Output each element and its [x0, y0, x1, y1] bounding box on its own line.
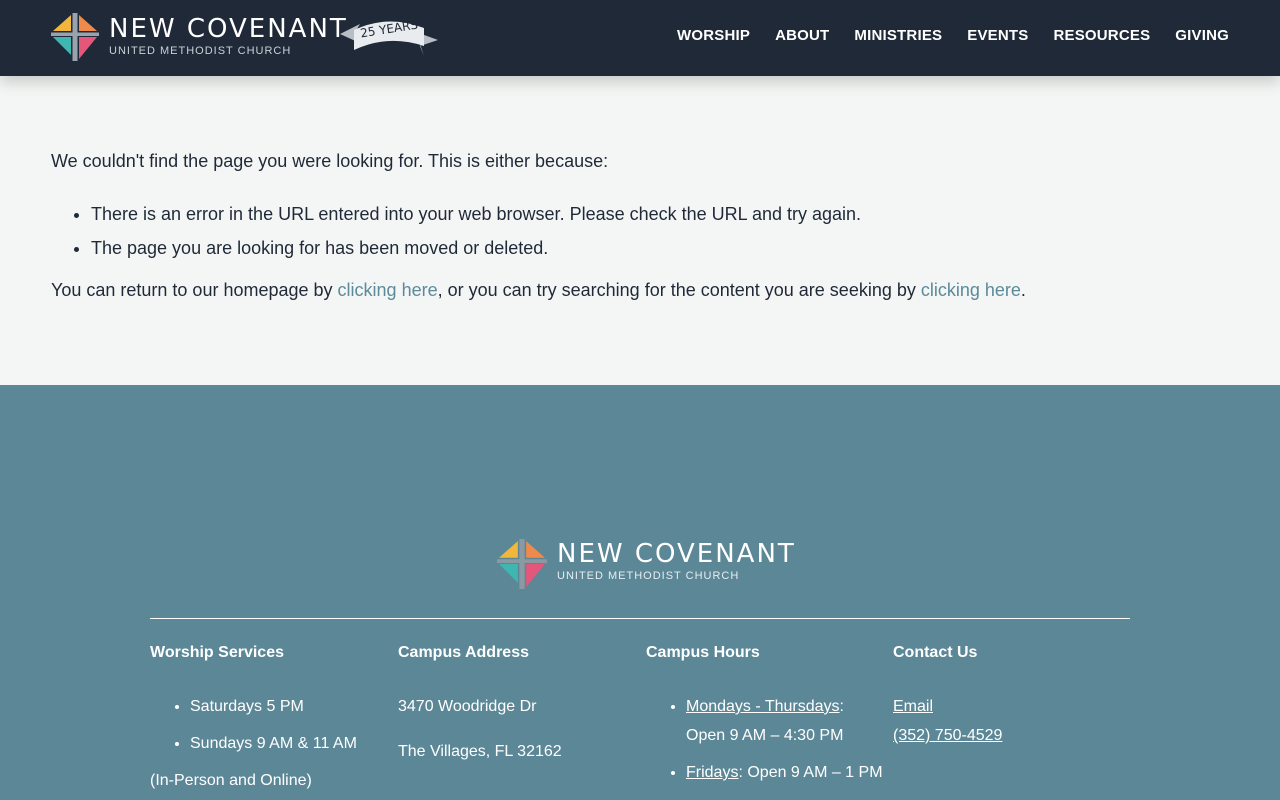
- service-note: (In-Person and Online): [150, 772, 312, 789]
- column-title: Worship Services: [150, 644, 284, 661]
- error-reason: The page you are looking for has been mo…: [91, 237, 1231, 259]
- return-text: , or you can try searching for the conte…: [437, 280, 921, 300]
- email-link[interactable]: Email: [893, 698, 933, 715]
- error-reason: There is an error in the URL entered int…: [91, 203, 1231, 225]
- return-paragraph: You can return to our homepage by clicki…: [51, 279, 1231, 301]
- footer-divider: [150, 618, 1130, 619]
- hours-item: Fridays: Open 9 AM – 1 PM: [686, 758, 886, 787]
- address-city: The Villages, FL 32162: [398, 743, 562, 760]
- column-title: Campus Hours: [646, 644, 760, 661]
- return-text: You can return to our homepage by: [51, 280, 338, 300]
- homepage-link[interactable]: clicking here: [338, 280, 438, 300]
- site-footer: NEW COVENANT UNITED METHODIST CHURCH Wor…: [0, 385, 1280, 800]
- site-header: NEW COVENANT UNITED METHODIST CHURCH 25 …: [0, 0, 1280, 76]
- nav-events[interactable]: EVENTS: [967, 27, 1028, 44]
- hours-item: Mondays - Thursdays: Open 9 AM – 4:30 PM: [686, 692, 886, 750]
- service-time: Sundays 9 AM & 11 AM: [190, 729, 390, 758]
- service-time: Saturdays 5 PM: [190, 692, 390, 721]
- nav-resources[interactable]: RESOURCES: [1053, 27, 1150, 44]
- cross-logo-icon: [51, 13, 99, 61]
- column-title: Campus Address: [398, 644, 529, 661]
- column-title: Contact Us: [893, 644, 978, 661]
- logo-title: NEW COVENANT: [109, 14, 348, 44]
- phone-link[interactable]: (352) 750-4529: [893, 727, 1002, 744]
- anniversary-ribbon-icon: [340, 21, 438, 56]
- cross-logo-icon: [497, 539, 547, 589]
- search-link[interactable]: clicking here: [921, 280, 1021, 300]
- address-street: 3470 Woodridge Dr: [398, 698, 537, 715]
- footer-logo-subtitle: UNITED METHODIST CHURCH: [557, 570, 740, 582]
- return-text: .: [1020, 280, 1026, 300]
- logo-subtitle: UNITED METHODIST CHURCH: [109, 45, 292, 57]
- hours-value: : Open 9 AM – 1 PM: [738, 764, 883, 781]
- nav-worship[interactable]: WORSHIP: [677, 27, 750, 44]
- main-nav: WORSHIP ABOUT MINISTRIES EVENTS RESOURCE…: [652, 27, 1229, 44]
- error-content: We couldn't find the page you were looki…: [51, 150, 1231, 301]
- campus-hours-column: Campus Hours Mondays - Thursdays: Open 9…: [646, 644, 886, 795]
- nav-ministries[interactable]: MINISTRIES: [854, 27, 942, 44]
- hours-day-link[interactable]: Mondays - Thursdays: [686, 698, 840, 715]
- site-logo[interactable]: NEW COVENANT UNITED METHODIST CHURCH: [51, 13, 348, 61]
- worship-services-column: Worship Services Saturdays 5 PM Sundays …: [150, 644, 390, 800]
- error-reasons-list: There is an error in the URL entered int…: [51, 203, 1231, 259]
- nav-about[interactable]: ABOUT: [775, 27, 829, 44]
- campus-address-column: Campus Address 3470 Woodridge Dr The Vil…: [398, 644, 638, 782]
- error-intro: We couldn't find the page you were looki…: [51, 151, 609, 171]
- nav-giving[interactable]: GIVING: [1175, 27, 1229, 44]
- footer-logo[interactable]: NEW COVENANT UNITED METHODIST CHURCH: [497, 538, 796, 590]
- hours-day-link[interactable]: Fridays: [686, 764, 738, 781]
- contact-column: Contact Us Email (352) 750-4529: [893, 644, 1133, 750]
- footer-logo-title: NEW COVENANT: [557, 539, 796, 569]
